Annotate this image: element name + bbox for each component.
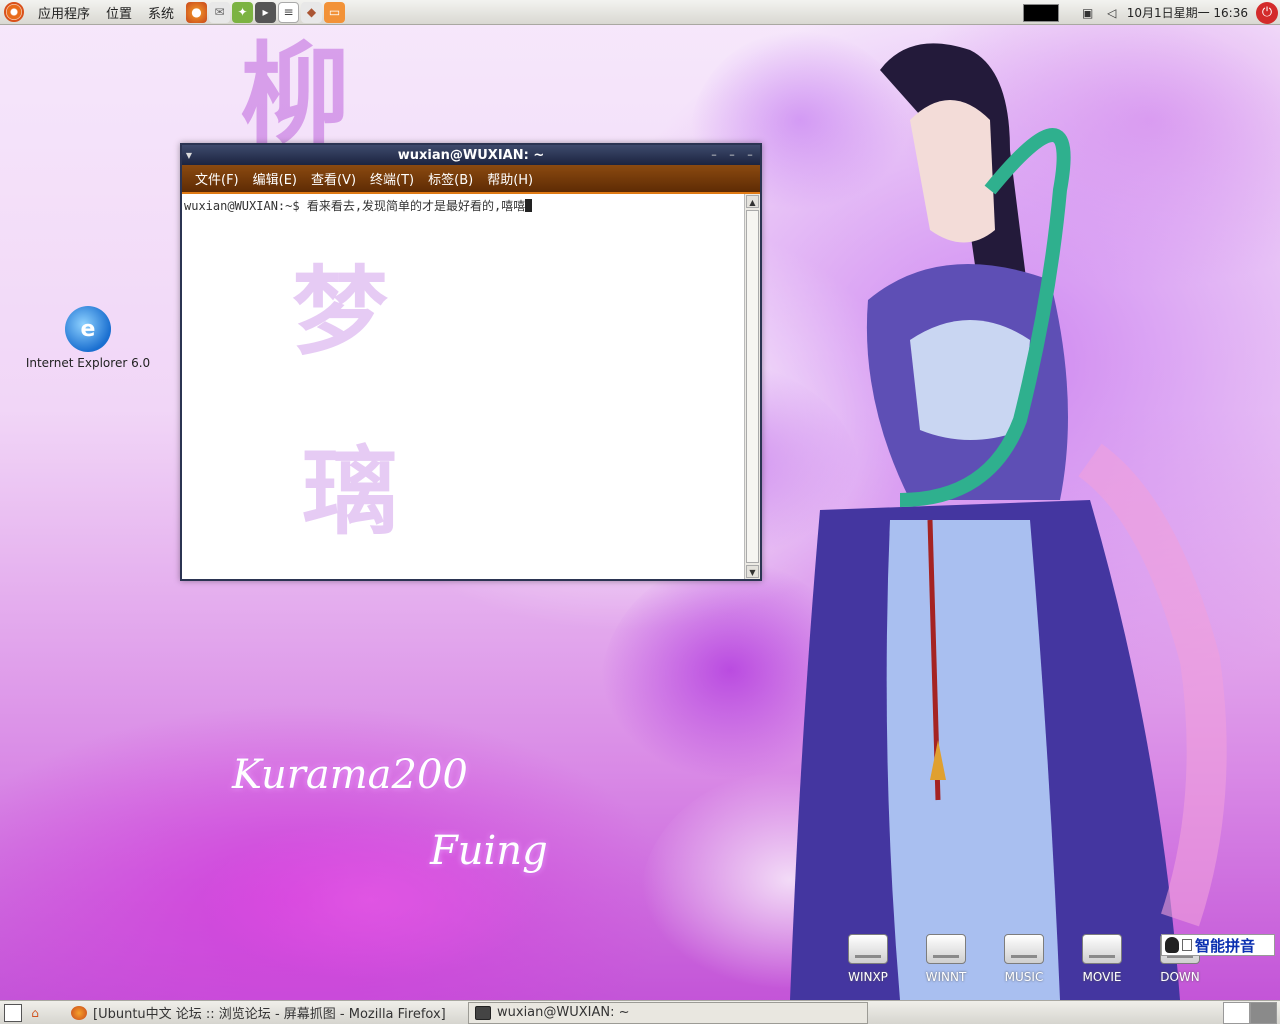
scroll-up-arrow-icon[interactable]: ▲: [746, 195, 759, 208]
launcher-bar: ● ✉ ✦ ▸ ≡ ◆ ▭: [186, 1, 346, 23]
menu-places[interactable]: 位置: [98, 3, 140, 22]
menu-help[interactable]: 帮助(H): [480, 169, 540, 188]
terminal-scrollbar[interactable]: ▲ ▼: [744, 194, 760, 579]
penguin-icon: [1165, 937, 1179, 953]
terminal-window: ▼ wuxian@WUXIAN: ~ – – – 文件(F) 编辑(E) 查看(…: [180, 143, 762, 581]
drive-label: MUSIC: [1004, 970, 1044, 984]
power-icon[interactable]: ⏻: [1256, 1, 1278, 24]
mail-icon[interactable]: ✉: [209, 1, 231, 23]
internet-explorer-icon: e: [65, 306, 111, 352]
chat-icon[interactable]: ✦: [232, 1, 254, 23]
window-menu-icon[interactable]: ▼: [182, 151, 196, 160]
bottom-panel: ⌂ [Ubuntu中文 论坛 :: 浏览论坛 - 屏幕抓图 - Mozilla …: [0, 1000, 1280, 1024]
main-menu: 应用程序 位置 系统: [0, 0, 182, 25]
terminal-output: wuxian@WUXIAN:~$ 看来看去,发现简单的才是最好看的,嘻嘻: [182, 194, 744, 217]
terminal-command: 看来看去,发现简单的才是最好看的,嘻嘻: [306, 199, 526, 213]
menu-view[interactable]: 查看(V): [304, 169, 363, 188]
terminal-menubar: 文件(F) 编辑(E) 查看(V) 终端(T) 标签(B) 帮助(H): [182, 165, 760, 194]
menu-terminal[interactable]: 终端(T): [363, 169, 421, 188]
menu-file[interactable]: 文件(F): [188, 169, 246, 188]
menu-tabs[interactable]: 标签(B): [421, 169, 480, 188]
network-icon[interactable]: ▣: [1079, 4, 1097, 22]
drive-winxp[interactable]: WINXP: [838, 934, 898, 984]
input-method-label: 智能拼音: [1195, 936, 1256, 955]
menu-edit[interactable]: 编辑(E): [246, 169, 304, 188]
system-tray: ▣ ◁ 10月1日星期一 16:36 ⏻: [1022, 0, 1280, 25]
task-label: wuxian@WUXIAN: ~: [497, 1005, 630, 1020]
trash-icon[interactable]: ⌂: [26, 1004, 44, 1022]
drive-movie[interactable]: MOVIE: [1072, 934, 1132, 984]
wallpaper-signature: Kurama200: [232, 752, 468, 798]
show-desktop-icon[interactable]: [4, 1003, 22, 1022]
tray-blank-box: [1022, 3, 1059, 22]
drive-label: WINXP: [848, 970, 888, 984]
workspace-switcher[interactable]: [1223, 1002, 1277, 1024]
close-button[interactable]: –: [744, 149, 756, 161]
window-buttons: – – –: [708, 145, 756, 165]
top-panel: 应用程序 位置 系统 ● ✉ ✦ ▸ ≡ ◆ ▭ ▣ ◁ 10月1日星期一 16…: [0, 0, 1280, 25]
drive-icon: [848, 934, 888, 964]
workspace-2[interactable]: [1250, 1002, 1277, 1024]
volume-icon[interactable]: ◁: [1103, 4, 1121, 22]
task-label: [Ubuntu中文 论坛 :: 浏览论坛 - 屏幕抓图 - Mozilla Fi…: [93, 1007, 446, 1022]
text-cursor: [525, 199, 533, 212]
menu-system[interactable]: 系统: [140, 3, 182, 22]
screenshot-icon[interactable]: ◆: [301, 1, 323, 23]
minimize-button[interactable]: –: [708, 149, 720, 161]
drive-label: WINNT: [925, 970, 967, 984]
wallpaper-signature: Fuing: [430, 828, 548, 874]
firefox-icon[interactable]: ●: [186, 1, 208, 23]
window-title: wuxian@WUXIAN: ~: [397, 147, 545, 163]
ubuntu-logo-icon[interactable]: [4, 2, 24, 22]
maximize-button[interactable]: –: [726, 149, 738, 161]
scroll-down-arrow-icon[interactable]: ▼: [746, 565, 759, 578]
menu-applications[interactable]: 应用程序: [30, 3, 98, 22]
workspace-1[interactable]: [1223, 1002, 1250, 1024]
terminal-watermark: 璃: [302, 435, 398, 548]
terminal-icon: [475, 1005, 491, 1020]
taskbar-terminal[interactable]: wuxian@WUXIAN: ~: [468, 1001, 868, 1024]
firefox-icon: [71, 1005, 87, 1020]
drive-music[interactable]: MUSIC: [994, 934, 1054, 984]
terminal-body[interactable]: 梦 璃 wuxian@WUXIAN:~$ 看来看去,发现简单的才是最好看的,嘻嘻: [182, 194, 744, 579]
drive-icon: [1004, 934, 1044, 964]
media-player-icon[interactable]: ▸: [255, 1, 277, 23]
drive-winnt[interactable]: WINNT: [916, 934, 976, 984]
text-editor-icon[interactable]: ≡: [278, 1, 300, 23]
lock-icon: [1182, 939, 1192, 951]
folder-icon[interactable]: ▭: [324, 1, 346, 23]
terminal-prompt: wuxian@WUXIAN:~$: [184, 199, 307, 213]
drive-label: DOWN: [1160, 970, 1200, 984]
scrollbar-thumb[interactable]: [746, 210, 759, 563]
drive-label: MOVIE: [1082, 970, 1122, 984]
clock[interactable]: 10月1日星期一 16:36: [1127, 4, 1248, 21]
terminal-watermark: 梦: [292, 255, 388, 368]
desktop-icon-ie[interactable]: e Internet Explorer 6.0: [18, 306, 158, 370]
terminal-titlebar[interactable]: ▼ wuxian@WUXIAN: ~ – – –: [182, 145, 760, 165]
wallpaper-calligraphy: 柳: [240, 30, 350, 159]
input-method-indicator[interactable]: 智能拼音: [1161, 934, 1275, 956]
desktop-icon-label: Internet Explorer 6.0: [25, 356, 151, 370]
drive-icon: [1082, 934, 1122, 964]
drive-icon: [926, 934, 966, 964]
wallpaper-figure: [790, 43, 1227, 1000]
taskbar-firefox[interactable]: [Ubuntu中文 论坛 :: 浏览论坛 - 屏幕抓图 - Mozilla Fi…: [64, 1002, 462, 1024]
